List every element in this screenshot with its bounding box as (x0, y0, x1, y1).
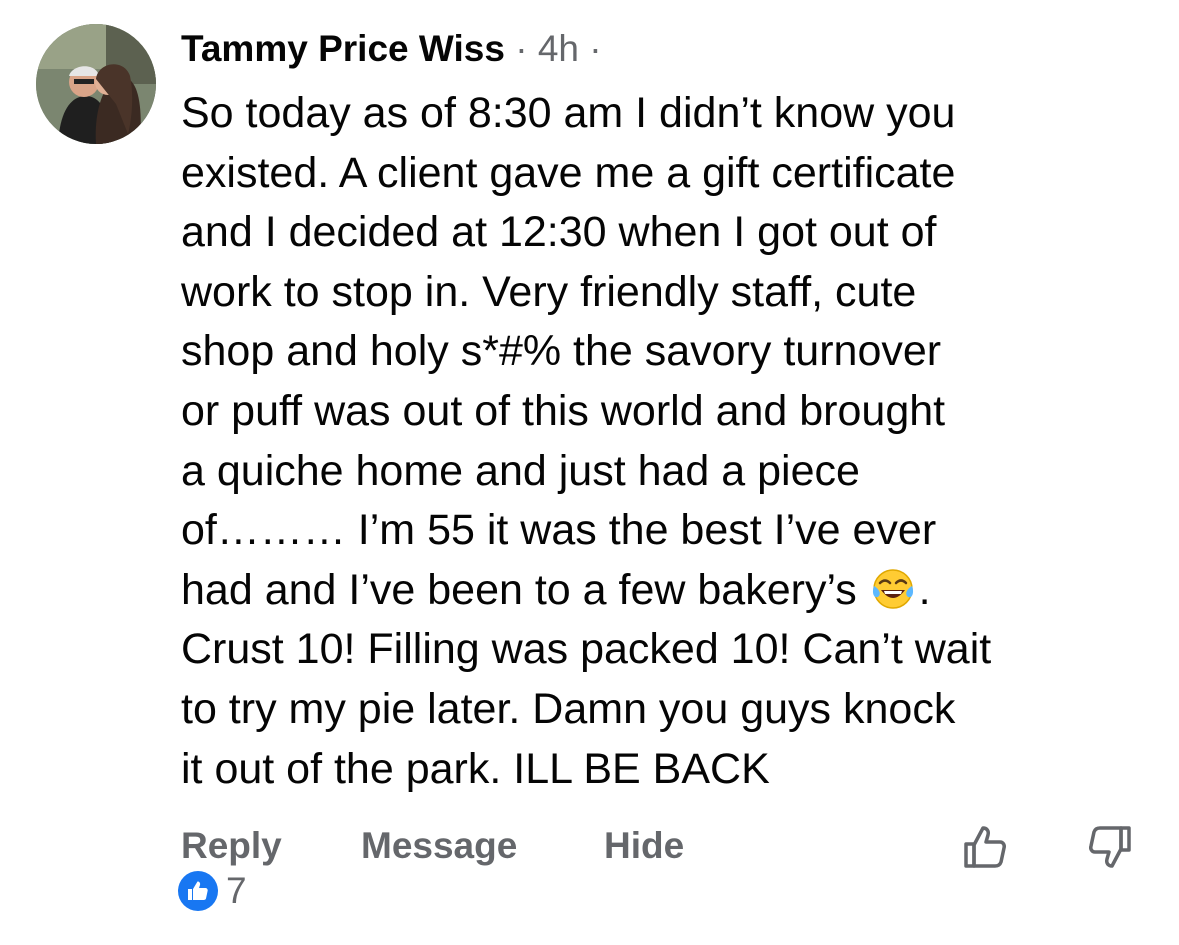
thumbs-up-icon[interactable] (960, 822, 1010, 872)
comment-line: existed. A client gave me a gift certifi… (181, 148, 956, 197)
comment-line-period: . (918, 565, 931, 614)
comment-line: Crust 10! Filling was packed 10! Can’t w… (181, 625, 992, 674)
reaction-summary[interactable]: 7 (178, 869, 247, 913)
comment-header: Tammy Price Wiss · 4h · (181, 26, 602, 72)
thumbs-down-icon[interactable] (1085, 822, 1135, 872)
comment-line-text: had and I’ve been to a few bakery’s (181, 565, 857, 614)
meta-separator: · (504, 28, 538, 69)
author-name[interactable]: Tammy Price Wiss (181, 28, 505, 69)
comment-line: or puff was out of this world and brough… (181, 386, 946, 435)
laughing-tears-emoji-icon (871, 566, 915, 610)
comment-body: So today as of 8:30 am I didn’t know you… (181, 84, 1156, 799)
comment-line: and I decided at 12:30 when I got out of (181, 208, 937, 257)
comment-line: of……… I’m 55 it was the best I’ve ever (181, 506, 937, 555)
comment-line: work to stop in. Very friendly staff, cu… (181, 267, 917, 316)
hide-button[interactable]: Hide (604, 822, 684, 870)
like-badge-icon (178, 871, 218, 911)
comment-line: So today as of 8:30 am I didn’t know you (181, 89, 956, 137)
reply-button[interactable]: Reply (181, 822, 282, 870)
comment-line: shop and holy s*#% the savory turnover (181, 327, 942, 376)
like-count: 7 (226, 870, 247, 911)
comment-line: it out of the park. ILL BE BACK (181, 744, 770, 793)
comment-timestamp[interactable]: 4h (538, 28, 579, 69)
message-button[interactable]: Message (361, 822, 517, 870)
comment-line-with-emoji: had and I’ve been to a few bakery’s . (181, 561, 1156, 621)
author-avatar[interactable] (36, 24, 156, 144)
comment-line: a quiche home and just had a piece (181, 446, 860, 495)
comment-line: to try my pie later. Damn you guys knock (181, 684, 956, 733)
meta-separator-trailing: · (578, 28, 602, 69)
